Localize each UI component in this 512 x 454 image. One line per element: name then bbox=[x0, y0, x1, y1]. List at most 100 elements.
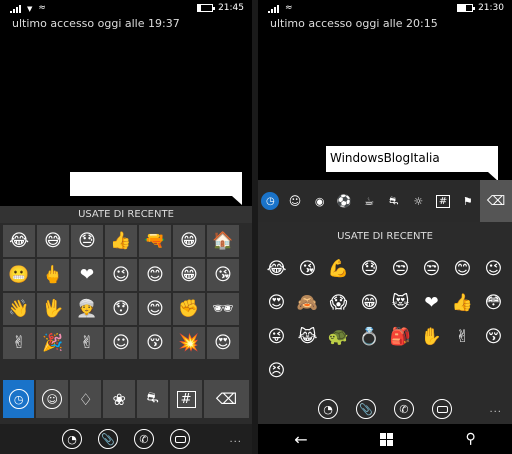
emoji-key[interactable]: 😳 bbox=[479, 286, 508, 320]
sticker-icon[interactable]: ◔ bbox=[62, 429, 82, 449]
emoji-key[interactable]: 🖕 bbox=[37, 259, 69, 291]
emoji-key[interactable]: 🔫 bbox=[139, 225, 171, 257]
tab-objects[interactable]: ☼ bbox=[406, 180, 431, 222]
phone-icon[interactable]: ✆ bbox=[394, 399, 414, 419]
emoji-key[interactable]: 😘 bbox=[207, 259, 239, 291]
emoji-key[interactable]: 😉 bbox=[479, 252, 508, 286]
backspace-button[interactable]: ⌫ bbox=[480, 180, 512, 222]
emoji-key[interactable]: 😁 bbox=[173, 225, 205, 257]
app-bar: ◔ 📎 ✆ ... bbox=[258, 394, 512, 424]
emoji-key[interactable]: 😉 bbox=[105, 259, 137, 291]
ball-icon: ⚽ bbox=[336, 194, 352, 208]
emoji-key[interactable]: 😒 bbox=[386, 252, 415, 286]
emoji-key[interactable]: 😊 bbox=[139, 259, 171, 291]
tab-symbols[interactable]: # bbox=[170, 380, 202, 418]
back-icon[interactable]: ← bbox=[294, 430, 307, 449]
emoji-key[interactable]: 😍 bbox=[262, 286, 291, 320]
data-icon: ▼ bbox=[27, 5, 33, 13]
message-bubble[interactable] bbox=[70, 172, 242, 205]
emoji-key[interactable]: 😯 bbox=[105, 293, 137, 325]
emoji-key[interactable]: 😚 bbox=[479, 320, 508, 354]
emoji-key[interactable]: 😊 bbox=[139, 293, 171, 325]
emoji-key[interactable]: 😅 bbox=[37, 225, 69, 257]
emoji-key[interactable]: 😜 bbox=[262, 320, 291, 354]
windows-icon[interactable] bbox=[380, 432, 394, 446]
message-bubble[interactable]: WindowsBlogItalia bbox=[326, 146, 498, 181]
emoji-key[interactable]: 😂 bbox=[262, 252, 291, 286]
emoji-keyboard: USATE DI RECENTE 😂 😅 😓 👍 🔫 😁 🏠 😬 🖕 ❤ 😉 😊 😁 😘 👋 🖖 👳 😯 😊 ✊ 🕶 ✌ 🎉… bbox=[0, 206, 252, 424]
emoji-key[interactable]: ✌ bbox=[448, 320, 477, 354]
backspace-button[interactable]: ⌫ bbox=[203, 380, 250, 418]
recent-header: USATE DI RECENTE bbox=[0, 206, 252, 223]
tab-travel[interactable]: ⛐ bbox=[381, 180, 406, 222]
wifi-icon: ≈ bbox=[38, 3, 46, 13]
attach-icon[interactable]: 📎 bbox=[356, 399, 376, 419]
emoji-key[interactable]: 🏠 bbox=[207, 225, 239, 257]
emoji-key[interactable]: ❤ bbox=[417, 286, 446, 320]
tab-bell[interactable]: ♢ bbox=[69, 380, 102, 418]
emoji-key[interactable]: 😚 bbox=[139, 327, 171, 359]
emoji-key[interactable]: 🐢 bbox=[324, 320, 353, 354]
emoji-key[interactable]: 💍 bbox=[355, 320, 384, 354]
emoji-key[interactable]: 😍 bbox=[207, 327, 239, 359]
tab-travel[interactable]: ⛐ bbox=[136, 380, 169, 418]
tab-sports[interactable]: ⚽ bbox=[332, 180, 357, 222]
emoji-key[interactable]: ✌ bbox=[3, 327, 35, 359]
emoji-key[interactable]: 🖖 bbox=[37, 293, 69, 325]
keyboard-icon[interactable] bbox=[432, 399, 452, 419]
attach-icon[interactable]: 📎 bbox=[98, 429, 118, 449]
emoji-key[interactable]: 😹 bbox=[293, 320, 322, 354]
sticker-icon[interactable]: ◔ bbox=[318, 399, 338, 419]
emoji-key[interactable]: 😬 bbox=[3, 259, 35, 291]
emoji-key[interactable]: 😊 bbox=[448, 252, 477, 286]
more-button[interactable]: ... bbox=[229, 434, 242, 445]
emoji-key[interactable]: ✌ bbox=[71, 327, 103, 359]
emoji-key[interactable]: 😻 bbox=[386, 286, 415, 320]
bulb-icon: ☼ bbox=[413, 194, 424, 208]
emoji-key[interactable]: 👍 bbox=[105, 225, 137, 257]
emoji-key[interactable]: 👍 bbox=[448, 286, 477, 320]
emoji-key[interactable]: ✋ bbox=[417, 320, 446, 354]
emoji-category-bar: ◷ ☺ ◉ ⚽ ☕ ⛐ ☼ # ⚑ ⌫ bbox=[258, 180, 512, 222]
emoji-key[interactable]: 😣 bbox=[262, 354, 291, 388]
emoji-key[interactable]: 💪 bbox=[324, 252, 353, 286]
emoji-key[interactable]: 😱 bbox=[324, 286, 353, 320]
tab-smileys[interactable]: ☺ bbox=[36, 380, 68, 418]
tab-flags[interactable]: ⚑ bbox=[455, 180, 480, 222]
signal-icon bbox=[268, 5, 279, 13]
tab-recent[interactable]: ◷ bbox=[3, 380, 35, 418]
tab-animals[interactable]: ◉ bbox=[307, 180, 332, 222]
emoji-key[interactable]: 😓 bbox=[71, 225, 103, 257]
emoji-key[interactable]: 😂 bbox=[3, 225, 35, 257]
emoji-key[interactable]: ✊ bbox=[173, 293, 205, 325]
emoji-key[interactable]: 🎉 bbox=[37, 327, 69, 359]
clock-time: 21:30 bbox=[478, 3, 504, 13]
emoji-key[interactable]: 👋 bbox=[3, 293, 35, 325]
clock-icon: ◷ bbox=[8, 389, 29, 409]
emoji-key[interactable]: 💥 bbox=[173, 327, 205, 359]
emoji-key[interactable]: 🙈 bbox=[293, 286, 322, 320]
bell-icon: ♢ bbox=[78, 389, 93, 409]
tab-nature[interactable]: ❀ bbox=[103, 380, 135, 418]
more-button[interactable]: ... bbox=[489, 404, 502, 415]
app-bar: ◔ 📎 ✆ ... bbox=[0, 424, 252, 454]
tab-recent[interactable]: ◷ bbox=[258, 180, 283, 222]
emoji-key[interactable]: 👳 bbox=[71, 293, 103, 325]
emoji-key[interactable]: 😘 bbox=[293, 252, 322, 286]
emoji-key[interactable]: ❤ bbox=[71, 259, 103, 291]
emoji-key[interactable]: ☺ bbox=[105, 327, 137, 359]
keyboard-icon[interactable] bbox=[170, 429, 190, 449]
tab-symbols[interactable]: # bbox=[431, 180, 456, 222]
emoji-key[interactable]: 🎒 bbox=[386, 320, 415, 354]
tab-food[interactable]: ☕ bbox=[357, 180, 382, 222]
emoji-key[interactable]: 😒 bbox=[417, 252, 446, 286]
cat-icon: ◉ bbox=[314, 194, 325, 208]
right-screenshot: ≈ 21:30 ultimo accesso oggi alle 20:15 W… bbox=[258, 0, 512, 454]
emoji-key[interactable]: 🕶 bbox=[207, 293, 239, 325]
emoji-key[interactable]: 😓 bbox=[355, 252, 384, 286]
emoji-key[interactable]: 😁 bbox=[173, 259, 205, 291]
phone-icon[interactable]: ✆ bbox=[134, 429, 154, 449]
emoji-key[interactable]: 😁 bbox=[355, 286, 384, 320]
tab-smileys[interactable]: ☺ bbox=[283, 180, 308, 222]
search-icon[interactable]: ⚲ bbox=[466, 431, 476, 447]
